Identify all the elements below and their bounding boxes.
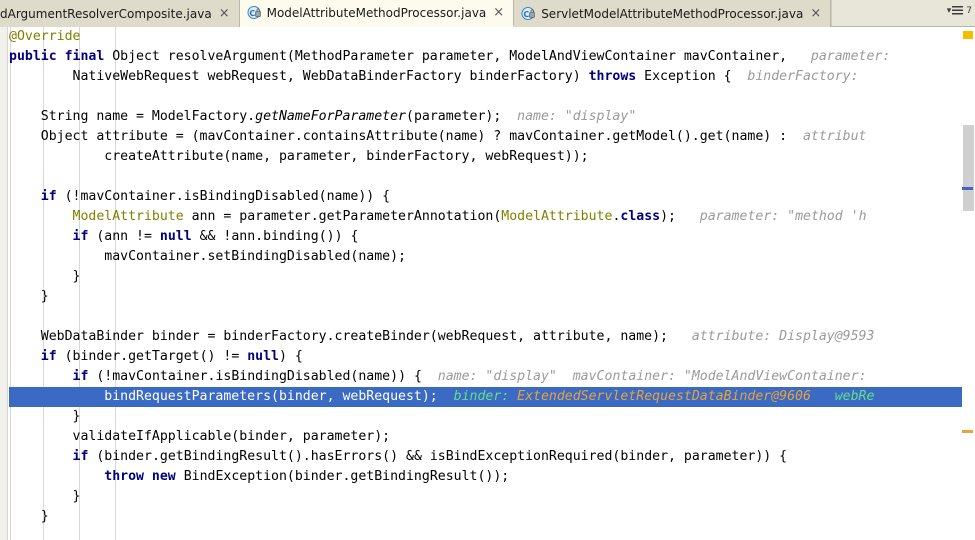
code-line-text: ModelAttribute ann = parameter.getParame…	[72, 209, 867, 224]
tab-bar-filler: ▾ 7	[831, 0, 975, 26]
scrollbar-thumb[interactable]	[963, 125, 974, 211]
tab-argument-resolver-composite[interactable]: dArgumentResolverComposite.java ×	[0, 0, 240, 27]
inline-debug-hint-name: binder:	[437, 389, 518, 404]
inline-debug-hint-name: webRe	[810, 389, 875, 404]
java-class-icon: C	[247, 5, 262, 20]
code-line[interactable]: @Override	[9, 27, 966, 47]
svg-text:C: C	[249, 9, 255, 18]
code-line[interactable]: ModelAttribute ann = parameter.getParame…	[9, 207, 966, 227]
code-line[interactable]	[9, 167, 966, 187]
code-line-text: if (!mavContainer.isBindingDisabled(name…	[72, 369, 867, 384]
code-line-text: Object attribute = (mavContainer.contain…	[9, 129, 867, 144]
editor-gutter[interactable]	[0, 27, 8, 540]
editor-window: dArgumentResolverComposite.java × C Mode…	[0, 0, 975, 540]
chevron-down-icon[interactable]: ▾	[947, 6, 952, 16]
code-line-text: createAttribute(name, parameter, binderF…	[9, 149, 589, 164]
code-line-text: }	[9, 489, 81, 504]
inline-debug-hint: name: "display"	[501, 109, 637, 124]
code-line-text: validateIfApplicable(binder, parameter);	[9, 429, 391, 444]
inline-debug-hint: parameter:	[787, 49, 891, 64]
close-icon[interactable]: ×	[218, 7, 231, 20]
scrollbar-marker-caret[interactable]	[962, 187, 973, 190]
code-line[interactable]: mavContainer.setBindingDisabled(name);	[9, 247, 966, 267]
tab-count-badge: 7	[966, 6, 972, 16]
code-line[interactable]: createAttribute(name, parameter, binderF…	[9, 147, 966, 167]
code-line-text: }	[9, 269, 81, 284]
code-line-text: if (binder.getBindingResult().hasErrors(…	[72, 449, 788, 464]
inline-debug-hint: attribute: Display@9593	[667, 329, 875, 344]
code-line-selected[interactable]: bindRequestParameters(binder, webRequest…	[9, 387, 966, 407]
code-line[interactable]: if (binder.getTarget() != null) {	[9, 347, 966, 367]
code-line-text: @Override	[9, 29, 81, 44]
editor-tab-bar: dArgumentResolverComposite.java × C Mode…	[0, 0, 975, 27]
code-line-text: WebDataBinder binder = binderFactory.cre…	[9, 329, 875, 344]
code-line[interactable]	[9, 87, 966, 107]
tab-list-icon[interactable]	[952, 5, 965, 17]
code-line[interactable]: Object attribute = (mavContainer.contain…	[9, 127, 966, 147]
code-editor[interactable]: @Override public final Object resolveArgu…	[0, 27, 975, 540]
java-class-icon: C	[521, 6, 536, 21]
code-line[interactable]: String name = ModelFactory.getNameForPar…	[9, 107, 966, 127]
code-line[interactable]: }	[9, 487, 966, 507]
code-line-text: NativeWebRequest webRequest, WebDataBind…	[9, 69, 859, 84]
code-line-text: }	[9, 409, 81, 424]
editor-scrollbar[interactable]	[962, 27, 975, 540]
tab-label: dArgumentResolverComposite.java	[0, 6, 212, 21]
inline-debug-hint: attribut	[787, 129, 867, 144]
code-line-text: }	[9, 509, 49, 524]
code-line-text: if (!mavContainer.isBindingDisabled(name…	[40, 189, 391, 204]
scrollbar-marker-warning[interactable]	[963, 31, 973, 39]
code-lines: @Override public final Object resolveArgu…	[9, 27, 966, 527]
close-icon[interactable]: ×	[809, 7, 822, 20]
tab-list-menu[interactable]: ▾ 7	[947, 5, 972, 17]
code-line[interactable]: }	[9, 267, 966, 287]
code-content[interactable]: @Override public final Object resolveArgu…	[9, 27, 966, 540]
close-icon[interactable]: ×	[492, 6, 505, 19]
inline-debug-hint-value: ExtendedServletRequestDataBinder@9606	[517, 389, 811, 404]
code-line[interactable]: validateIfApplicable(binder, parameter);	[9, 427, 966, 447]
svg-text:C: C	[524, 10, 530, 19]
code-line-text: public final Object resolveArgument(Meth…	[9, 49, 891, 64]
code-line[interactable]: if (!mavContainer.isBindingDisabled(name…	[9, 367, 966, 387]
code-line[interactable]: }	[9, 407, 966, 427]
code-line[interactable]: WebDataBinder binder = binderFactory.cre…	[9, 327, 966, 347]
code-line-text: mavContainer.setBindingDisabled(name);	[9, 249, 406, 264]
code-line[interactable]: }	[9, 507, 966, 527]
code-line[interactable]: if (!mavContainer.isBindingDisabled(name…	[9, 187, 966, 207]
code-line-text: bindRequestParameters(binder, webRequest…	[9, 389, 875, 404]
code-line[interactable]: public final Object resolveArgument(Meth…	[9, 47, 966, 67]
scrollbar-marker-changed[interactable]	[962, 430, 973, 433]
code-line[interactable]	[9, 307, 966, 327]
code-line[interactable]: NativeWebRequest webRequest, WebDataBind…	[9, 67, 966, 87]
code-line[interactable]: throw new BindException(binder.getBindin…	[9, 467, 966, 487]
tab-model-attribute-method-processor[interactable]: C ModelAttributeMethodProcessor.java ×	[239, 0, 515, 27]
inline-debug-hint: binderFactory:	[731, 69, 859, 84]
code-line[interactable]: if (ann != null && !ann.binding()) {	[9, 227, 966, 247]
code-line[interactable]: }	[9, 287, 966, 307]
tab-label: ModelAttributeMethodProcessor.java	[266, 5, 487, 20]
code-line-text: String name = ModelFactory.getNameForPar…	[9, 109, 637, 124]
inline-debug-hint: name: "display" mavContainer: "ModelAndV…	[421, 369, 867, 384]
inline-debug-hint: parameter: "method 'h	[675, 209, 867, 224]
code-line-text: if (binder.getTarget() != null) {	[40, 349, 303, 364]
code-line-text: throw new BindException(binder.getBindin…	[104, 469, 510, 484]
code-line-text: if (ann != null && !ann.binding()) {	[72, 229, 359, 244]
tab-servlet-model-attribute-method-processor[interactable]: C ServletModelAttributeMethodProcessor.j…	[514, 0, 832, 27]
code-line[interactable]: if (binder.getBindingResult().hasErrors(…	[9, 447, 966, 467]
code-line-text: }	[9, 289, 49, 304]
tab-label: ServletModelAttributeMethodProcessor.jav…	[541, 6, 804, 21]
